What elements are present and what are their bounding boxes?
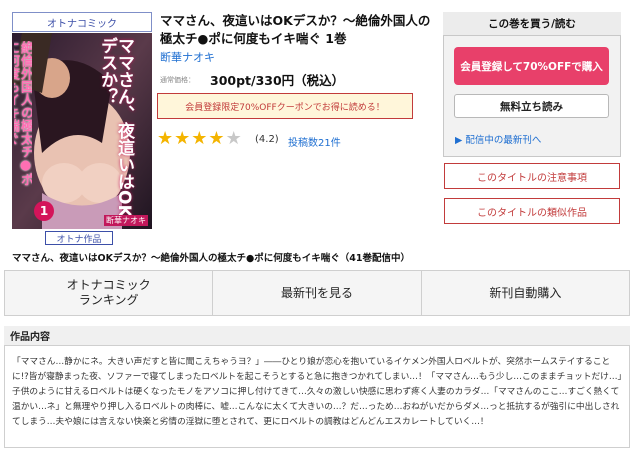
tab-auto-purchase[interactable]: 新刊自動購入 [422,271,629,315]
tab-bar: オトナコミック ランキング 最新刊を見る 新刊自動購入 [4,270,630,316]
star-filled-icon: ★ [157,128,174,149]
star-rating: ★ ★ ★ ★ ★ [157,130,242,148]
cover-volume-badge: 1 [34,201,54,221]
price-label: 通常価格： [160,76,195,84]
cover-author: 断華ナオキ [104,215,148,226]
rating-value: (4.2) [255,134,279,145]
star-filled-icon: ★ [174,128,191,149]
buy-panel-header: この巻を買う/読む [443,12,621,36]
cover-title: ママさん、夜這いはOKデスか？ [97,37,134,218]
register-buy-button[interactable]: 会員登録して70%OFFで購入 [454,47,609,85]
star-filled-icon: ★ [191,128,208,149]
adult-badge: オトナ作品 [45,231,113,245]
book-title: ママさん、夜這いはOKデスか？～絶倫外国人の極太チ●ポに何度もイキ喘ぐ 1巻 [160,13,431,46]
category-badge: オトナコミック [12,12,152,32]
star-filled-icon: ★ [208,128,225,149]
book-cover[interactable]: ママさん、夜這いはOKデスか？ 絶倫外国人の極太チ●ポに何度もイキ喘ぐ 1 断華… [12,33,152,229]
star-empty-icon: ★ [225,128,242,149]
tab-ranking[interactable]: オトナコミック ランキング [5,271,214,315]
reviews-link[interactable]: 投稿数21件 [288,134,341,149]
coupon-banner[interactable]: 会員登録限定70%OFFクーポンでお得に読める！ [157,93,413,119]
free-read-button[interactable]: 無料立ち読み [454,94,609,118]
description-header: 作品内容 [4,326,630,346]
tab-latest-volume[interactable]: 最新刊を見る [213,271,422,315]
cover-subtitle: 絶倫外国人の極太チ●ポに何度もイキ喘ぐ [14,41,32,186]
author-link[interactable]: 断華ナオキ [160,49,215,65]
latest-volume-link[interactable]: ▶ 配信中の最新刊へ [455,132,541,146]
notes-button[interactable]: このタイトルの注意事項 [444,163,620,189]
similar-works-button[interactable]: このタイトルの類似作品 [444,198,620,224]
series-subtitle: ママさん、夜這いはOKデスか？～絶倫外国人の極太チ●ポに何度もイキ喘ぐ（41巻配… [12,253,410,264]
description-text: 「ママさん…静かにネ。大きい声だすと皆に聞こえちゃうヨ？」――ひとり娘が恋心を抱… [12,357,622,427]
price: 300pt/330円（税込） [210,73,345,88]
